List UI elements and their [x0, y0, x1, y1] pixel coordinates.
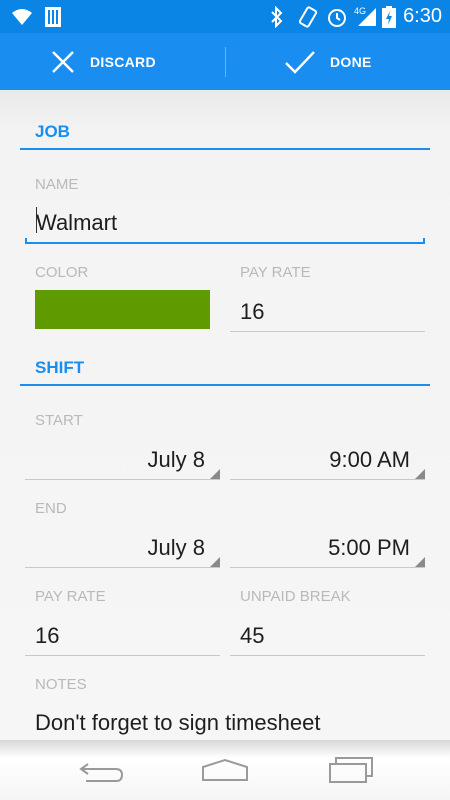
- shift-pay-rate-underline: [25, 655, 220, 656]
- job-section-divider: [20, 148, 430, 150]
- navigation-bar: [0, 740, 450, 800]
- name-underline-left-tick: [25, 238, 27, 244]
- done-button[interactable]: DONE: [284, 33, 372, 90]
- clock: 6:30: [403, 5, 442, 27]
- end-date-value: July 8: [147, 535, 205, 560]
- color-label: COLOR: [35, 264, 89, 281]
- notes-value: Don't forget to sign timesheet: [35, 710, 321, 735]
- job-pay-rate-label: PAY RATE: [240, 264, 311, 281]
- home-icon[interactable]: [201, 758, 249, 782]
- color-swatch[interactable]: [35, 290, 210, 329]
- dropdown-arrow-icon: [415, 557, 425, 567]
- end-date-underline: [25, 567, 220, 568]
- job-section-title: JOB: [35, 122, 70, 141]
- end-label: END: [35, 500, 67, 517]
- start-label: START: [35, 412, 83, 429]
- job-pay-rate-value: 16: [240, 299, 265, 324]
- end-date-spinner[interactable]: July 8: [25, 524, 220, 568]
- discard-label: DISCARD: [90, 53, 156, 70]
- wifi-icon: [12, 9, 32, 25]
- shift-pay-rate-input[interactable]: 16: [25, 610, 220, 656]
- close-icon: [52, 50, 74, 73]
- name-value: Walmart: [36, 210, 118, 235]
- back-icon[interactable]: [78, 760, 124, 784]
- status-bar: 4G 6:30: [0, 0, 450, 33]
- shift-pay-rate-value: 16: [35, 623, 60, 648]
- sim-card-icon: [45, 7, 61, 27]
- shift-section-divider: [20, 384, 430, 386]
- dropdown-arrow-icon: [210, 557, 220, 567]
- recent-apps-icon[interactable]: [328, 756, 374, 784]
- start-time-value: 9:00 AM: [329, 447, 410, 472]
- done-label: DONE: [330, 53, 372, 70]
- notes-label: NOTES: [35, 676, 87, 693]
- job-pay-rate-input[interactable]: 16: [230, 286, 425, 332]
- action-bar: DISCARD DONE: [0, 33, 450, 90]
- signal-icon: [358, 8, 376, 26]
- unpaid-break-label: UNPAID BREAK: [240, 588, 351, 605]
- battery-charging-icon: [382, 6, 396, 28]
- discard-button[interactable]: DISCARD: [50, 33, 156, 90]
- name-underline: [25, 242, 425, 244]
- dropdown-arrow-icon: [415, 469, 425, 479]
- check-icon: [285, 50, 315, 74]
- shift-section-title: SHIFT: [35, 358, 85, 377]
- notes-input[interactable]: Don't forget to sign timesheet: [25, 698, 425, 740]
- unpaid-break-value: 45: [240, 623, 265, 648]
- shift-pay-rate-label: PAY RATE: [35, 588, 106, 605]
- screen-rotation-icon: [298, 6, 318, 28]
- shift-form: JOB NAME Walmart COLOR PAY RATE 16 SHIFT…: [0, 90, 450, 740]
- dropdown-arrow-icon: [210, 469, 220, 479]
- start-date-underline: [25, 479, 220, 480]
- end-time-spinner[interactable]: 5:00 PM: [230, 524, 425, 568]
- name-input[interactable]: Walmart: [25, 198, 425, 244]
- end-time-value: 5:00 PM: [328, 535, 410, 560]
- name-label: NAME: [35, 176, 79, 193]
- start-time-spinner[interactable]: 9:00 AM: [230, 436, 425, 480]
- start-date-spinner[interactable]: July 8: [25, 436, 220, 480]
- start-date-value: July 8: [147, 447, 205, 472]
- start-time-underline: [230, 479, 425, 480]
- end-time-underline: [230, 567, 425, 568]
- bluetooth-icon: [271, 6, 283, 28]
- unpaid-break-input[interactable]: 45: [230, 610, 425, 656]
- unpaid-break-underline: [230, 655, 425, 656]
- alarm-icon: [328, 9, 346, 27]
- job-pay-rate-underline: [230, 331, 425, 332]
- action-divider: [225, 47, 226, 77]
- name-underline-right-tick: [423, 238, 425, 244]
